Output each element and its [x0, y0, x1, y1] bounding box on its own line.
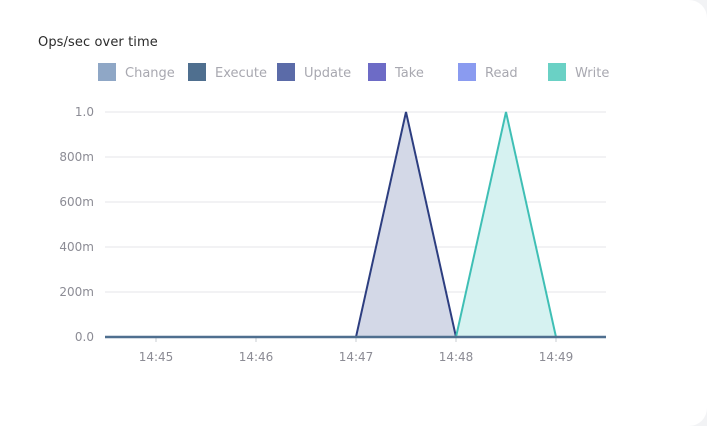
legend-label-update[interactable]: Update: [304, 66, 351, 81]
legend-swatch-write: [548, 63, 566, 81]
series-area-write: [456, 112, 556, 337]
x-axis-ticks: 14:45 14:46 14:47 14:48 14:49: [139, 337, 574, 364]
ops-chart: Change Execute Update Take Read Write 0.0 200m…: [59, 63, 609, 364]
y-tick-label: 1.0: [75, 105, 94, 119]
chart-series: [355, 111, 557, 338]
x-tick-label: 14:46: [239, 350, 274, 364]
legend-label-read[interactable]: Read: [485, 66, 518, 81]
legend-swatch-execute: [188, 63, 206, 81]
x-tick-label: 14:45: [139, 350, 174, 364]
legend-swatch-take: [368, 63, 386, 81]
x-tick-label: 14:47: [339, 350, 374, 364]
legend-label-take[interactable]: Take: [394, 66, 424, 81]
y-axis-ticks: 0.0 200m 400m 600m 800m 1.0: [59, 105, 94, 344]
series-area-take: [356, 112, 456, 337]
legend-swatch-update: [277, 63, 295, 81]
chart-legend: Change Execute Update Take Read Write: [98, 63, 609, 81]
y-tick-label: 200m: [59, 285, 94, 299]
y-tick-label: 600m: [59, 195, 94, 209]
ops-chart-panel: Ops/sec over time Change Execute Update Tak…: [0, 0, 707, 426]
y-tick-label: 400m: [59, 240, 94, 254]
y-tick-label: 0.0: [75, 330, 94, 344]
legend-label-change[interactable]: Change: [125, 66, 175, 81]
legend-label-execute[interactable]: Execute: [215, 66, 267, 81]
legend-label-write[interactable]: Write: [575, 66, 609, 81]
legend-swatch-change: [98, 63, 116, 81]
legend-swatch-read: [458, 63, 476, 81]
x-tick-label: 14:48: [439, 350, 474, 364]
y-tick-label: 800m: [59, 150, 94, 164]
x-tick-label: 14:49: [539, 350, 574, 364]
